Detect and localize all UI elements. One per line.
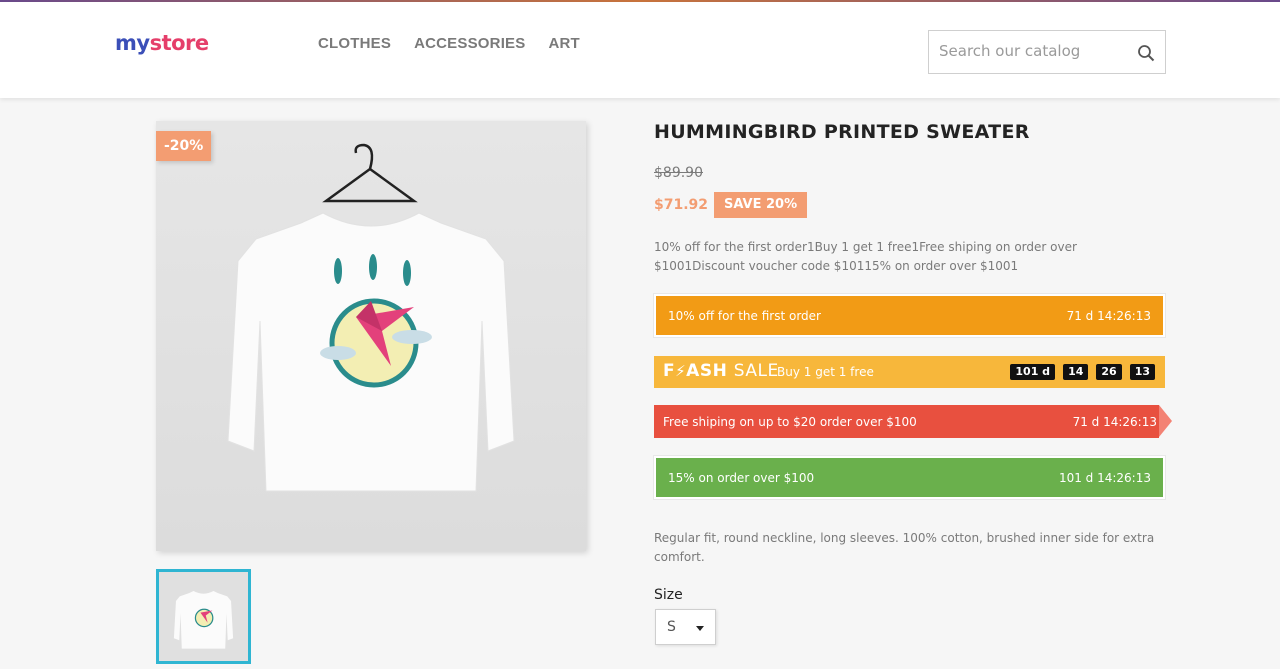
countdown-seconds: 13 <box>1129 364 1155 380</box>
promo-timer: 71 d 14:26:13 <box>1072 415 1157 429</box>
caret-down-icon <box>696 626 704 631</box>
store-logo[interactable]: my store <box>115 31 209 55</box>
search-input[interactable] <box>939 31 1129 71</box>
product-description: Regular fit, round neckline, long sleeve… <box>654 531 1155 564</box>
product-thumbnail[interactable] <box>156 569 251 664</box>
product-title: HUMMINGBIRD PRINTED SWEATER <box>654 121 1030 143</box>
countdown-minutes: 26 <box>1096 364 1122 380</box>
size-label: Size <box>654 587 683 603</box>
search-icon[interactable] <box>1137 44 1155 62</box>
discount-flag: -20% <box>156 131 212 161</box>
save-badge: SAVE 20% <box>714 192 808 218</box>
main-nav: CLOTHES ACCESSORIES ART <box>318 35 603 52</box>
promo-bar-free-shipping: Free shiping on up to $20 order over $10… <box>654 405 1172 438</box>
nav-clothes[interactable]: CLOTHES <box>318 35 391 52</box>
promo-label: 15% on order over $100 <box>668 471 815 485</box>
countdown-hours: 14 <box>1063 364 1089 380</box>
search-box <box>928 30 1166 74</box>
promo-label: 10% off for the first order <box>668 309 821 323</box>
countdown-days: 101 d <box>1010 364 1056 380</box>
promo-timer: 71 d 14:26:13 <box>1066 309 1151 323</box>
thumbnail-image <box>159 572 248 661</box>
promo-bar-first-order: 10% off for the first order 71 d 14:26:1… <box>654 294 1165 337</box>
promo-bar-discount: 15% on order over $100 101 d 14:26:13 <box>654 456 1165 499</box>
site-header: my store CLOTHES ACCESSORIES ART <box>0 2 1280 98</box>
promo-label: Buy 1 get 1 free <box>777 365 874 379</box>
size-select[interactable]: S <box>655 609 716 645</box>
countdown-chips: 101 d 14 26 13 <box>1010 364 1155 380</box>
size-value: S <box>667 619 676 635</box>
sweater-illustration <box>227 143 515 492</box>
promo-timer: 101 d 14:26:13 <box>1058 471 1151 485</box>
promo-label: Free shiping on up to $20 order over $10… <box>663 415 917 429</box>
nav-accessories[interactable]: ACCESSORIES <box>414 35 525 52</box>
nav-art[interactable]: ART <box>548 35 579 52</box>
flash-sale-logo: F⚡ASH SALE <box>663 361 779 381</box>
product-main-image[interactable] <box>156 121 586 551</box>
promo-bar-flash-sale: F⚡ASH SALE Buy 1 get 1 free 101 d 14 26 … <box>654 356 1165 388</box>
regular-price: $89.90 <box>654 165 703 181</box>
current-price: $71.92 <box>654 197 709 213</box>
promo-summary: 10% off for the first order1Buy 1 get 1 … <box>654 240 1077 273</box>
